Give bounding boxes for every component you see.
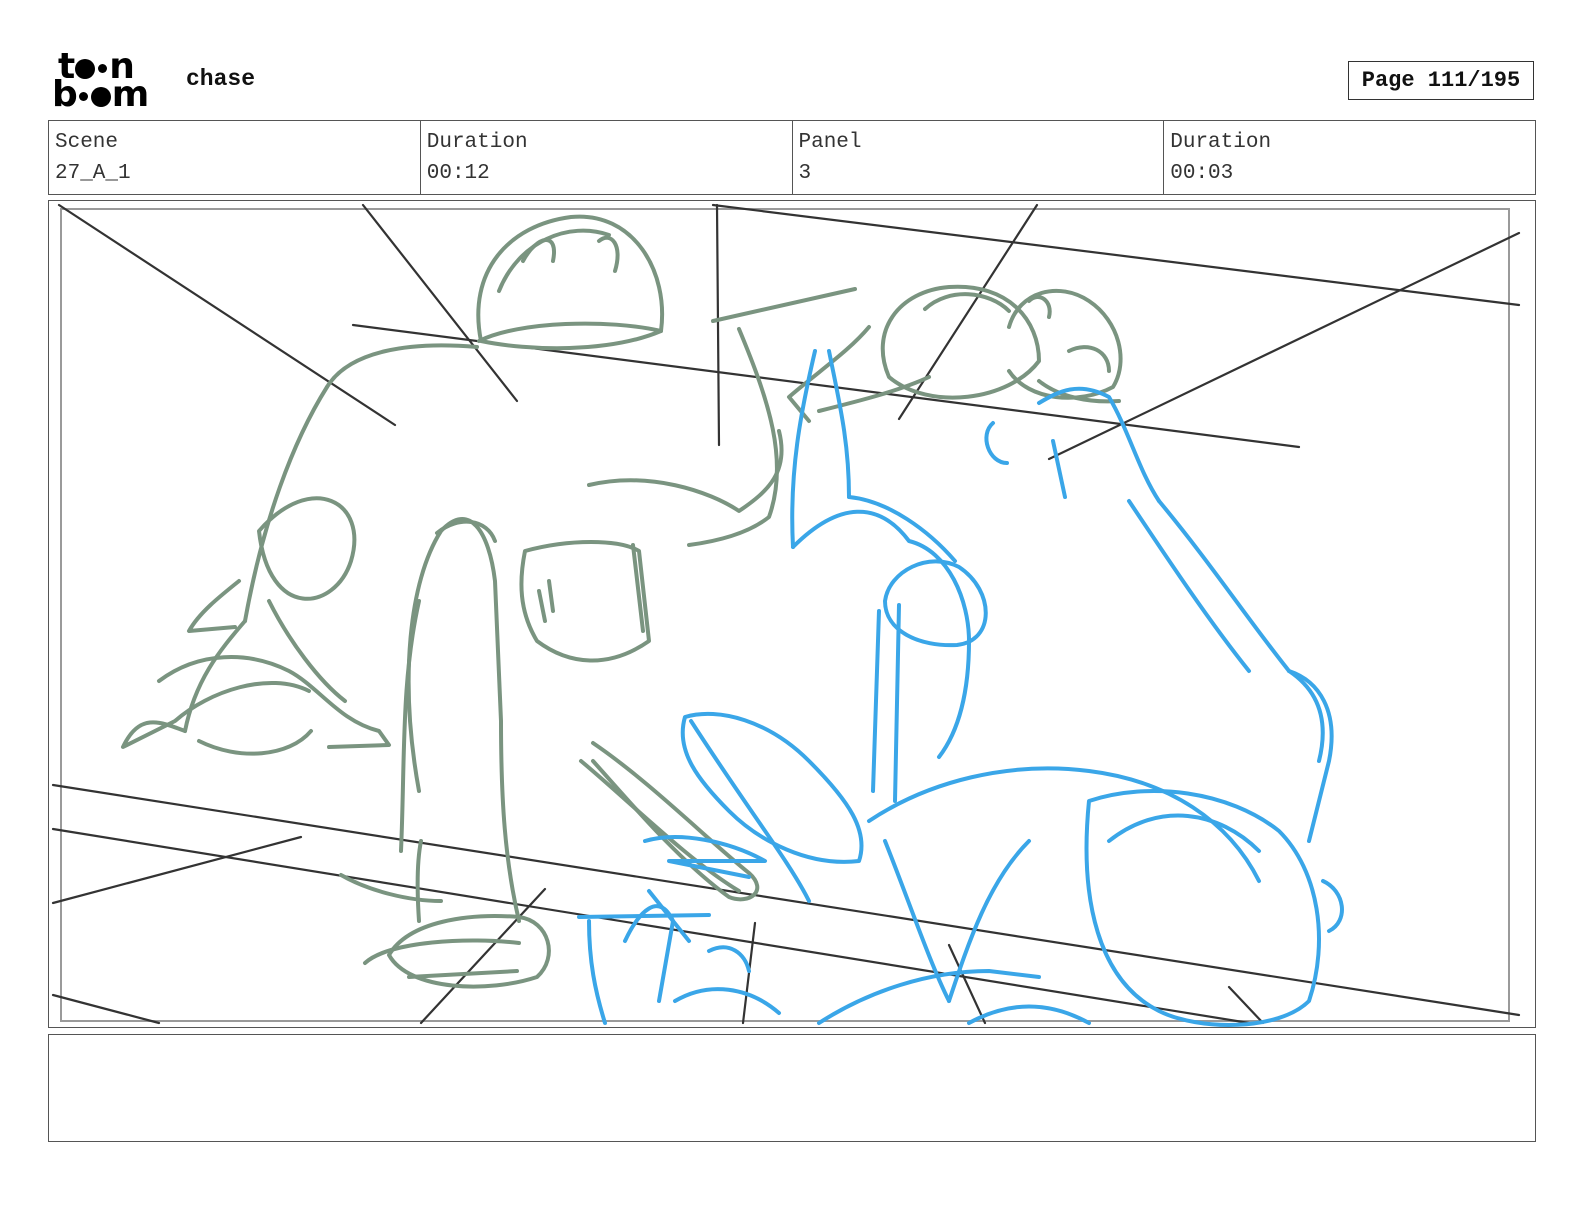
scene-duration-value: 00:12	[426, 162, 490, 185]
project-title: chase	[186, 66, 256, 92]
scene-label: Scene	[55, 131, 119, 154]
panel-duration-value: 00:03	[1170, 162, 1234, 185]
logo-letter-m: m	[111, 74, 150, 115]
panel-cell: Panel 3	[793, 121, 1165, 194]
panel-info-bar: Scene 27_A_1 Duration 00:12 Panel 3 Dura…	[48, 120, 1536, 195]
logo-dot-icon	[98, 64, 108, 73]
scene-cell: Scene 27_A_1	[49, 121, 421, 194]
logo-row-bottom: b m	[52, 74, 150, 115]
sketch-drawing	[51, 203, 1521, 1027]
logo-dot-icon	[78, 92, 88, 101]
page-number-badge: Page 111/195	[1348, 61, 1534, 100]
toon-boom-logo: t n b m	[52, 49, 164, 115]
panel-value: 3	[798, 162, 812, 185]
logo-dot-icon	[75, 59, 96, 79]
blue-character-sketch	[577, 349, 1344, 1027]
panel-duration-label: Duration	[1170, 131, 1272, 154]
scene-duration-cell: Duration 00:12	[421, 121, 793, 194]
storyboard-panel-image	[48, 200, 1536, 1028]
green-character-sketch	[121, 214, 1123, 989]
scene-duration-label: Duration	[426, 131, 528, 154]
logo-letter-b: b	[52, 74, 78, 115]
perspective-lines	[51, 203, 1521, 1025]
panel-notes[interactable]	[48, 1034, 1536, 1142]
logo-dot-icon	[90, 87, 111, 107]
scene-value: 27_A_1	[55, 162, 131, 185]
panel-duration-cell: Duration 00:03	[1164, 121, 1535, 194]
panel-label: Panel	[798, 131, 862, 154]
